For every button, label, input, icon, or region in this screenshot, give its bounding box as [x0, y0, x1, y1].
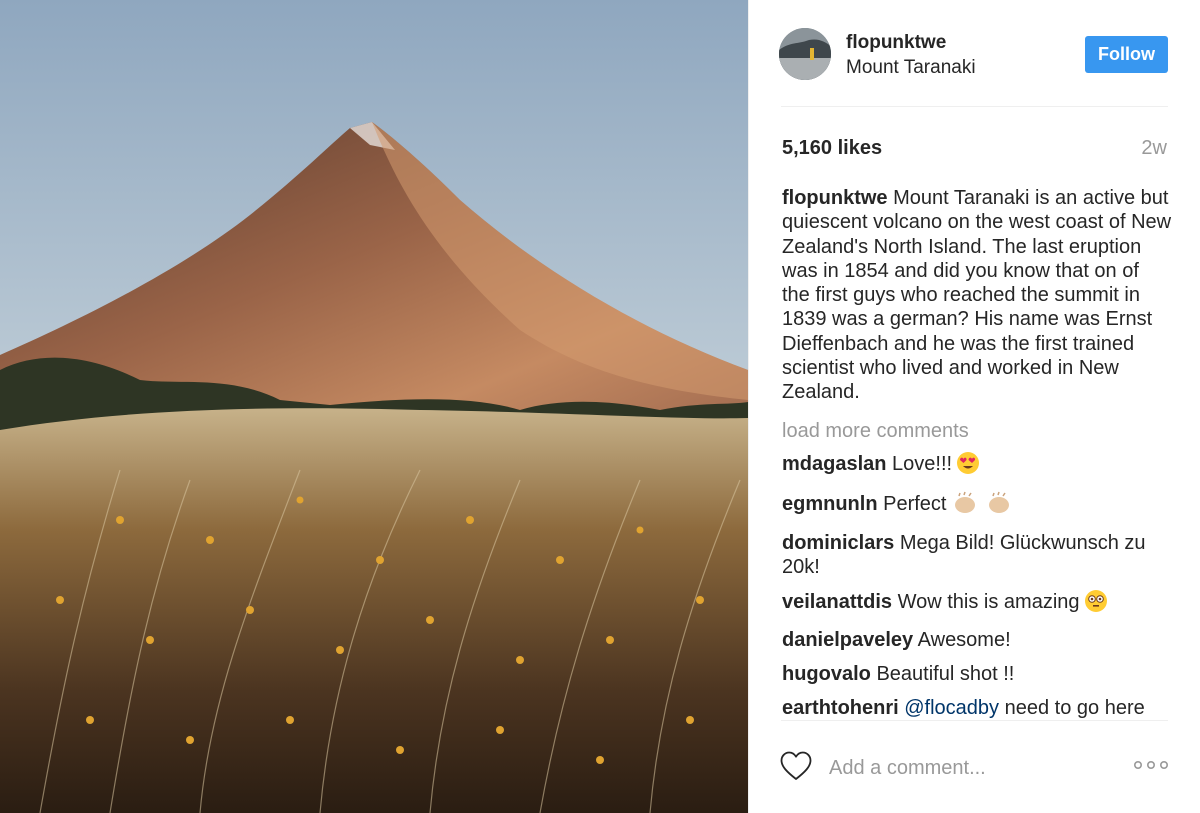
caption: flopunktwe Mount Taranaki is an active b…: [782, 186, 1172, 405]
clapping-hands-emoji-icon: [984, 491, 1014, 521]
comment-username[interactable]: danielpaveley: [782, 629, 913, 651]
comment-username[interactable]: hugovalo: [782, 663, 871, 685]
post-header: flopunktwe Mount Taranaki Follow: [749, 0, 1200, 107]
caption-username[interactable]: flopunktwe: [782, 187, 888, 209]
comment-text: Wow this is amazing: [897, 590, 1080, 613]
comment-item: danielpaveley Awesome!: [782, 628, 1172, 652]
flushed-face-emoji-icon: [1084, 589, 1108, 619]
comment-text: Beautiful shot !!: [876, 663, 1015, 686]
comment-mention-link[interactable]: @flocadby: [904, 697, 999, 719]
clapping-hands-emoji-icon: [950, 491, 980, 521]
comment-username[interactable]: earthtohenri: [782, 697, 899, 719]
post-username[interactable]: flopunktwe: [846, 32, 946, 54]
comment-username[interactable]: veilanattdis: [782, 591, 892, 613]
load-more-comments-link[interactable]: load more comments: [782, 419, 1172, 443]
avatar-image: [779, 28, 831, 80]
instagram-post: flopunktwe Mount Taranaki Follow 5,160 l…: [0, 0, 1200, 813]
comment-item: veilanattdis Wow this is amazing: [782, 589, 1172, 619]
comment-username[interactable]: dominiclars: [782, 532, 894, 554]
comment-item: mdagaslan Love!!!: [782, 451, 1172, 481]
comment-item: hugovalo Beautiful shot !!: [782, 662, 1172, 686]
more-options-icon[interactable]: [1133, 758, 1169, 772]
comment-text: Perfect: [883, 492, 947, 515]
divider: [781, 106, 1168, 107]
divider: [781, 720, 1168, 721]
post-location[interactable]: Mount Taranaki: [846, 57, 976, 79]
comment-item: egmnunln Perfect: [782, 491, 1172, 521]
likes-count[interactable]: 5,160 likes: [782, 137, 882, 160]
follow-button[interactable]: Follow: [1085, 36, 1168, 73]
comment-item: earthtohenri @flocadby need to go here b…: [782, 696, 1172, 722]
post-timestamp[interactable]: 2w: [1141, 137, 1167, 160]
post-photo[interactable]: [0, 0, 748, 813]
add-comment-input[interactable]: [829, 754, 1089, 782]
comments-list[interactable]: flopunktwe Mount Taranaki is an active b…: [782, 186, 1172, 722]
mountain-landscape-image: [0, 0, 748, 813]
caption-text: Mount Taranaki is an active but quiescen…: [782, 187, 1172, 404]
comment-text: Love!!!: [892, 452, 953, 475]
heart-icon[interactable]: [779, 750, 813, 782]
comment-text: Awesome!: [917, 629, 1011, 652]
comment-username[interactable]: egmnunln: [782, 493, 878, 515]
comment-username[interactable]: mdagaslan: [782, 453, 886, 475]
comment-item: dominiclars Mega Bild! Glückwunsch zu 20…: [782, 531, 1172, 580]
post-side-panel: flopunktwe Mount Taranaki Follow 5,160 l…: [748, 0, 1200, 813]
heart-eyes-emoji-icon: [956, 451, 980, 481]
avatar[interactable]: [779, 28, 831, 80]
